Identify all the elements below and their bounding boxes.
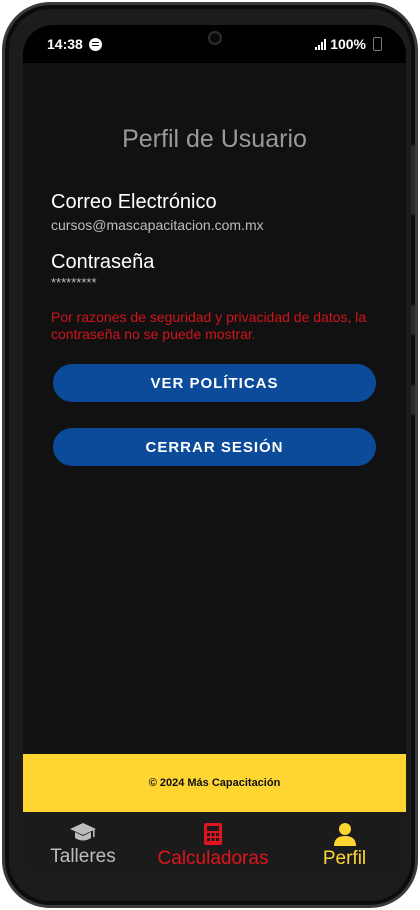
battery-percent: 100% xyxy=(330,36,366,52)
nav-item-calculadoras[interactable]: Calculadoras xyxy=(143,812,283,875)
side-button xyxy=(411,305,415,335)
status-bar: 14:38 100% xyxy=(23,25,406,63)
bottom-nav: Talleres Calculadoras Perfil xyxy=(23,812,406,875)
user-icon xyxy=(333,823,356,846)
password-value: ********* xyxy=(51,275,97,290)
nav-label-perfil: Perfil xyxy=(322,848,367,869)
email-label: Correo Electrónico xyxy=(51,191,217,213)
nav-item-talleres[interactable]: Talleres xyxy=(23,812,143,875)
spotify-icon xyxy=(88,37,102,51)
footer-copyright: © 2024 Más Capacitación xyxy=(148,777,281,789)
page-title: Perfil de Usuario xyxy=(122,125,307,153)
calculator-icon xyxy=(204,823,222,845)
volume-button xyxy=(411,145,415,215)
status-time: 14:38 xyxy=(47,36,83,52)
footer: © 2024 Más Capacitación xyxy=(23,754,406,812)
battery-icon xyxy=(373,37,382,51)
graduation-cap-icon xyxy=(70,823,96,841)
nav-label-talleres: Talleres xyxy=(50,846,116,867)
side-button xyxy=(411,385,415,415)
nav-label-calculadoras: Calculadoras xyxy=(157,848,269,869)
email-value: cursos@mascapacitacion.com.mx xyxy=(51,217,264,233)
front-camera xyxy=(207,31,222,45)
nav-item-perfil[interactable]: Perfil xyxy=(283,812,406,875)
security-note: Por razones de seguridad y privacidad de… xyxy=(51,309,367,342)
phone-frame: 14:38 100% Perfil de Usuario Correo Elec… xyxy=(2,2,418,908)
view-policies-button[interactable]: VER POLÍTICAS xyxy=(53,364,376,402)
signal-icon xyxy=(315,38,327,50)
password-label: Contraseña xyxy=(51,251,155,273)
logout-button[interactable]: CERRAR SESIÓN xyxy=(53,428,376,466)
app-screen: 14:38 100% Perfil de Usuario Correo Elec… xyxy=(23,25,406,875)
